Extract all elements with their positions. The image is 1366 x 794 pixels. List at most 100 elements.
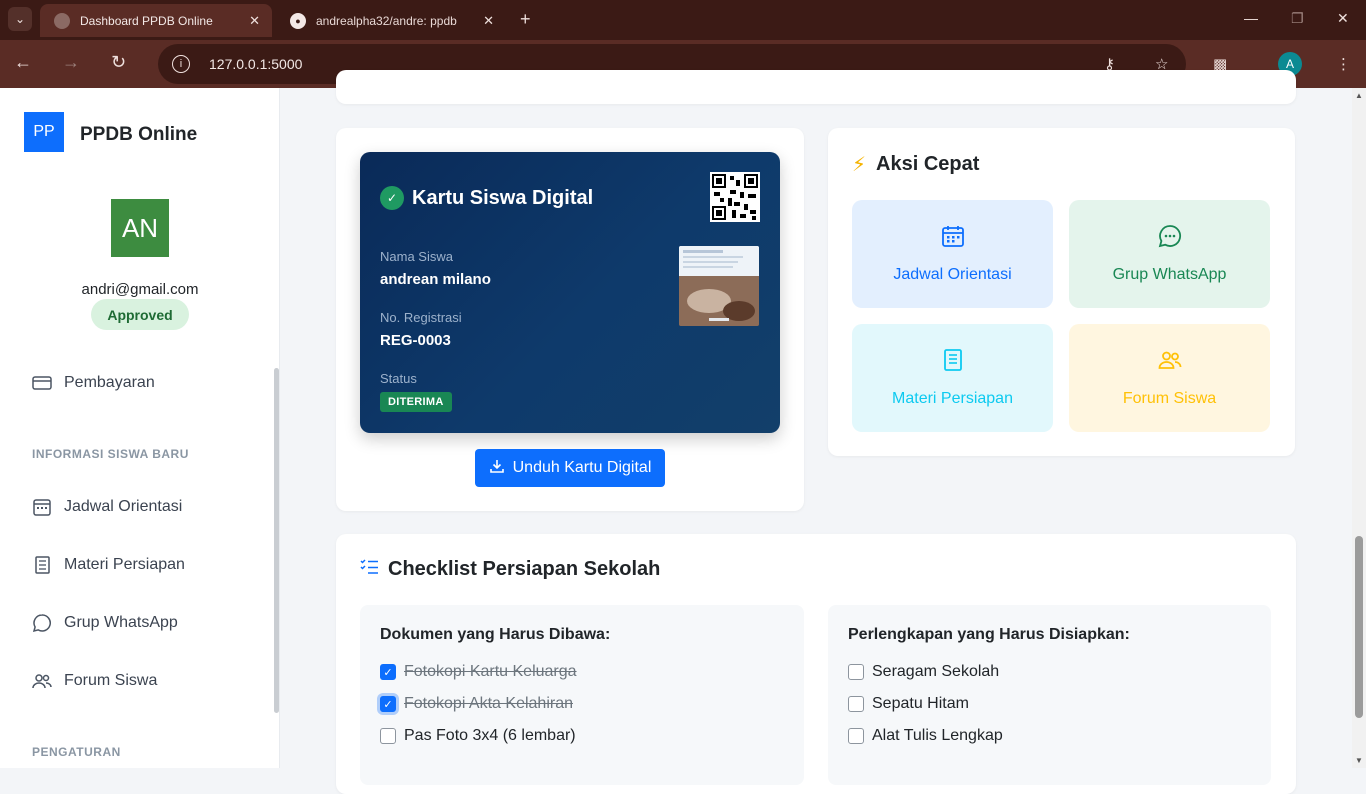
sidebar-item-materi-persiapan[interactable]: Materi Persiapan	[32, 555, 185, 575]
tile-label: Grup WhatsApp	[1112, 266, 1227, 283]
book-icon	[32, 555, 52, 575]
sidebar-item-grup-whatsapp[interactable]: Grup WhatsApp	[32, 613, 178, 633]
list-check-icon	[360, 559, 378, 580]
app-name: PPDB Online	[80, 124, 198, 145]
quick-action-materi-persiapan[interactable]: Materi Persiapan	[852, 324, 1053, 432]
tile-label: Jadwal Orientasi	[893, 266, 1012, 283]
student-name: andrean milano	[380, 271, 491, 288]
new-tab-button[interactable]: +	[520, 9, 531, 29]
calendar-icon	[32, 497, 52, 517]
quick-actions-heading: Aksi Cepat	[876, 153, 980, 175]
user-email: andri@gmail.com	[81, 281, 199, 298]
scroll-up-icon[interactable]: ▲	[1355, 91, 1363, 100]
checkbox[interactable]: ✓	[380, 696, 396, 712]
sidebar-item-forum-siswa[interactable]: Forum Siswa	[32, 671, 157, 691]
download-card-button[interactable]: Unduh Kartu Digital	[475, 449, 665, 487]
checklist-heading: Checklist Persiapan Sekolah	[388, 558, 661, 580]
credit-card-icon	[32, 373, 52, 393]
sidebar-item-label: Jadwal Orientasi	[64, 498, 183, 515]
tile-label: Materi Persiapan	[892, 390, 1013, 407]
digital-student-card: ✓ Kartu Siswa Digital Nama Siswa andrean…	[360, 152, 780, 433]
card-title: Kartu Siswa Digital	[412, 187, 594, 209]
checklist-item-label: Fotokopi Kartu Keluarga	[404, 663, 577, 680]
quick-action-jadwal-orientasi[interactable]: Jadwal Orientasi	[852, 200, 1053, 308]
quick-actions-title: ⚡ Aksi Cepat	[852, 152, 979, 177]
status-label: Status	[380, 371, 417, 386]
lightning-icon: ⚡	[852, 154, 867, 176]
tab-dashboard[interactable]: Dashboard PPDB Online ✕	[40, 4, 272, 37]
scroll-down-icon[interactable]: ▼	[1355, 756, 1363, 765]
student-photo	[679, 246, 759, 326]
page-scrollbar[interactable]: ▲ ▼	[1352, 88, 1366, 768]
tab-github[interactable]: ● andrealpha32/andre: ppdb ✕	[276, 4, 506, 37]
equipment-heading: Perlengkapan yang Harus Disiapkan:	[848, 626, 1130, 643]
whatsapp-icon	[32, 613, 52, 633]
checkbox[interactable]	[380, 728, 396, 744]
qr-code	[710, 172, 760, 222]
checklist-item-label: Fotokopi Akta Kelahiran	[404, 695, 573, 712]
user-avatar: AN	[111, 199, 169, 257]
status-badge: DITERIMA	[380, 392, 452, 412]
registration-label: No. Registrasi	[380, 310, 462, 325]
section-heading-settings: PENGATURAN	[32, 745, 121, 759]
sidebar-item-label: Materi Persiapan	[64, 556, 185, 573]
sidebar-item-jadwal-orientasi[interactable]: Jadwal Orientasi	[32, 497, 182, 517]
quick-action-forum-siswa[interactable]: Forum Siswa	[1069, 324, 1270, 432]
checklist-item[interactable]: Pas Foto 3x4 (6 lembar)	[380, 727, 576, 745]
github-icon: ●	[290, 12, 306, 29]
logo: PP	[24, 112, 64, 152]
download-icon	[489, 458, 505, 479]
registration-number: REG-0003	[380, 332, 451, 349]
close-tab-icon[interactable]: ✕	[483, 13, 494, 29]
status-badge: Approved	[91, 299, 189, 330]
checkbox[interactable]	[848, 728, 864, 744]
tab-search-button[interactable]: ⌄	[8, 7, 32, 31]
sidebar: PP PPDB Online AN andri@gmail.com Approv…	[0, 88, 280, 768]
previous-card	[336, 70, 1296, 104]
verified-check-icon: ✓	[380, 186, 404, 210]
checklist-item-label: Alat Tulis Lengkap	[872, 727, 1003, 744]
tab-title: andrealpha32/andre: ppdb	[316, 13, 457, 28]
close-tab-icon[interactable]: ✕	[249, 13, 260, 29]
checklist-item[interactable]: Sepatu Hitam	[848, 695, 969, 713]
site-info-icon[interactable]: i	[172, 55, 190, 73]
checklist-item[interactable]: Seragam Sekolah	[848, 663, 999, 681]
checkbox[interactable]: ✓	[380, 664, 396, 680]
checklist-item[interactable]: Alat Tulis Lengkap	[848, 727, 1003, 745]
url-text[interactable]: 127.0.0.1:5000	[209, 56, 302, 72]
people-icon	[32, 671, 52, 691]
sidebar-item-label: Pembayaran	[64, 374, 155, 391]
chat-icon	[1158, 224, 1182, 254]
back-icon[interactable]: ←	[14, 52, 32, 73]
checkbox[interactable]	[848, 664, 864, 680]
reload-icon[interactable]: ↻	[111, 52, 126, 73]
sidebar-item-label: Forum Siswa	[64, 672, 158, 689]
menu-kebab-icon[interactable]: ⋮	[1336, 55, 1351, 73]
name-label: Nama Siswa	[380, 249, 453, 264]
checkbox[interactable]	[848, 696, 864, 712]
quick-action-grup-whatsapp[interactable]: Grup WhatsApp	[1069, 200, 1270, 308]
documents-heading: Dokumen yang Harus Dibawa:	[380, 626, 611, 643]
sidebar-item-pembayaran[interactable]: Pembayaran	[32, 373, 155, 393]
people-icon	[1158, 348, 1182, 378]
forward-icon[interactable]: →	[62, 52, 80, 73]
tab-title: Dashboard PPDB Online	[80, 13, 213, 28]
calendar-icon	[941, 224, 965, 254]
book-icon	[941, 348, 965, 378]
checklist-item-label: Seragam Sekolah	[872, 663, 1000, 680]
close-window-icon[interactable]: ✕	[1337, 10, 1349, 27]
sidebar-item-label: Grup WhatsApp	[64, 614, 178, 631]
checklist-item-label: Pas Foto 3x4 (6 lembar)	[404, 727, 576, 744]
download-label: Unduh Kartu Digital	[512, 459, 652, 476]
page-globe-icon	[54, 12, 70, 29]
browser-tab-bar: ⌄ Dashboard PPDB Online ✕ ● andrealpha32…	[0, 0, 1366, 40]
checklist-item[interactable]: ✓ Fotokopi Akta Kelahiran	[380, 695, 573, 713]
scrollbar-thumb[interactable]	[1355, 536, 1363, 718]
sidebar-scrollbar[interactable]	[274, 368, 279, 713]
section-heading-info: INFORMASI SISWA BARU	[32, 447, 189, 461]
checklist-item-label: Sepatu Hitam	[872, 695, 969, 712]
minimize-icon[interactable]: —	[1244, 10, 1258, 26]
tile-label: Forum Siswa	[1122, 390, 1217, 407]
restore-icon[interactable]: ❐	[1291, 10, 1304, 27]
checklist-item[interactable]: ✓ Fotokopi Kartu Keluarga	[380, 663, 577, 681]
